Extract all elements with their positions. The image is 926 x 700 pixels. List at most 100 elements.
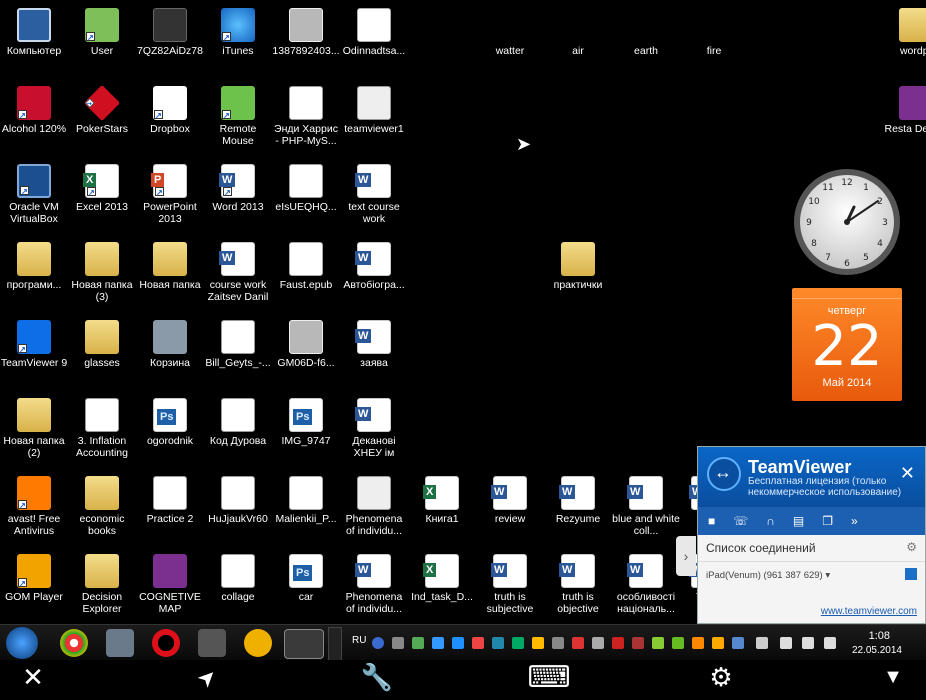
- volume-icon[interactable]: [802, 637, 814, 649]
- headset-icon[interactable]: ∩: [766, 514, 775, 528]
- tray-icon-1[interactable]: [392, 637, 404, 649]
- desktop-icon[interactable]: Ps car: [272, 554, 340, 603]
- desktop-icon[interactable]: fire: [680, 8, 748, 57]
- desktop-icon[interactable]: W Автобіогра...: [340, 242, 408, 291]
- counter-strike-icon[interactable]: [198, 629, 226, 657]
- desktop-icon[interactable]: economic books: [68, 476, 136, 537]
- desktop-icon[interactable]: Компьютер: [0, 8, 68, 57]
- desktop-icon[interactable]: Новая папка: [136, 242, 204, 291]
- teamviewer-close-button[interactable]: ✕: [900, 463, 915, 484]
- desktop-icon[interactable]: W Phenomena of individu...: [340, 554, 408, 615]
- desktop-icon[interactable]: HuJjaukVr60: [204, 476, 272, 525]
- desktop-icon[interactable]: Wcourse work Zaitsev Danil: [204, 242, 272, 303]
- desktop-icon[interactable]: Phenomena of individu...: [340, 476, 408, 537]
- tray-icon-11[interactable]: [592, 637, 604, 649]
- desktop-icon[interactable]: Wtruth is objective: [544, 554, 612, 615]
- desktop-icon[interactable]: W Word 2013: [204, 164, 272, 213]
- desktop-icon[interactable]: X Ind_task_D...: [408, 554, 476, 603]
- tray-icon-14[interactable]: [652, 637, 664, 649]
- desktop-icon[interactable]: Корзина: [136, 320, 204, 369]
- desktop-icon[interactable]: Wtext course work: [340, 164, 408, 225]
- desktop-icon[interactable]: W Деканові ХНЕУ ім: [340, 398, 408, 459]
- desktop-icon[interactable]: TeamViewer 9: [0, 320, 68, 369]
- desktop-icon[interactable]: air: [544, 8, 612, 57]
- tray-icon-12[interactable]: [612, 637, 624, 649]
- desktop-icon[interactable]: P PowerPoint 2013: [136, 164, 204, 225]
- desktop-icon[interactable]: Oracle VM VirtualBox: [0, 164, 68, 225]
- connection-list-item[interactable]: iPad(Venum) (961 387 629) ▾: [698, 562, 925, 589]
- help-icon[interactable]: [372, 637, 384, 649]
- pointer-icon[interactable]: ➤: [184, 655, 230, 700]
- desktop-icon[interactable]: Malienkii_P...: [272, 476, 340, 525]
- desktop-icon[interactable]: collage: [204, 554, 272, 603]
- desktop-icon[interactable]: Wblue and white coll...: [612, 476, 680, 537]
- desktop-icon[interactable]: Resta Denwe: [882, 86, 926, 135]
- desktop-icon[interactable]: Wособливості національ...: [612, 554, 680, 615]
- active-window-icon[interactable]: [284, 629, 324, 659]
- teamviewer-expand-button[interactable]: ›: [676, 536, 696, 576]
- aimp-icon[interactable]: [244, 629, 272, 657]
- desktop-icon[interactable]: COGNETIVE MAP: [136, 554, 204, 615]
- chat-icon[interactable]: ▤: [793, 514, 804, 528]
- desktop-icon[interactable]: eIsUEQHQ...: [272, 164, 340, 213]
- network-icon[interactable]: [756, 637, 768, 649]
- desktop-icon[interactable]: Bill_Geyts_-...: [204, 320, 272, 369]
- clock-date[interactable]: 22.05.2014: [852, 645, 902, 656]
- desktop-icon[interactable]: Decision Explorer: [68, 554, 136, 615]
- desktop-icon[interactable]: 1387892403...: [272, 8, 340, 57]
- desktop-icon[interactable]: iTunes: [204, 8, 272, 57]
- tray-icon-8[interactable]: [532, 637, 544, 649]
- tray-icon-15[interactable]: [672, 637, 684, 649]
- start-button[interactable]: [6, 627, 38, 659]
- desktop-icon[interactable]: Энди Харрис - PHP-MyS...: [272, 86, 340, 147]
- desktop-icon[interactable]: glasses: [68, 320, 136, 369]
- chrome-icon[interactable]: [60, 629, 88, 657]
- desktop-icon[interactable]: avast! Free Antivirus: [0, 476, 68, 537]
- desktop-icon[interactable]: Wзаява: [340, 320, 408, 369]
- desktop-icon[interactable]: програми...: [0, 242, 68, 291]
- desktop-icon[interactable]: watter: [476, 8, 544, 57]
- desktop-icon[interactable]: X Excel 2013: [68, 164, 136, 213]
- desktop-icon[interactable]: Faust.epub: [272, 242, 340, 291]
- more-icon[interactable]: »: [851, 514, 858, 528]
- desktop-icon[interactable]: Ps ogorodnik: [136, 398, 204, 447]
- files-icon[interactable]: ❐: [822, 514, 833, 528]
- dropbox-tray-icon[interactable]: [492, 637, 504, 649]
- desktop-icon[interactable]: Practice 2: [136, 476, 204, 525]
- chevron-down-icon[interactable]: ▾: [825, 570, 830, 581]
- tray-icon-16[interactable]: [692, 637, 704, 649]
- tray-icon-7[interactable]: [512, 637, 524, 649]
- phone-icon[interactable]: ☏: [733, 514, 748, 528]
- tray-icon-2[interactable]: [412, 637, 424, 649]
- opera-icon[interactable]: [152, 629, 180, 657]
- wrench-icon[interactable]: 🔧: [358, 662, 396, 693]
- connection-list-header[interactable]: Список соединений ⚙: [698, 535, 925, 562]
- tray-icon-10[interactable]: [572, 637, 584, 649]
- tray-icon-18[interactable]: [732, 637, 744, 649]
- desktop-icon[interactable]: Новая папка (3): [68, 242, 136, 303]
- desktop-icon[interactable]: PokerStars: [68, 84, 136, 135]
- tray-icon-3[interactable]: [432, 637, 444, 649]
- desktop-icon[interactable]: Код Дурова: [204, 398, 272, 447]
- desktop-icon[interactable]: GOM Player: [0, 554, 68, 603]
- calendar-gadget[interactable]: четверг 22 Май 2014: [792, 288, 902, 401]
- desktop-icon[interactable]: Wreview: [476, 476, 544, 525]
- desktop-icon[interactable]: Odinnadtsa...: [340, 8, 408, 57]
- gear-icon[interactable]: ⚙: [906, 540, 917, 554]
- tray-icon-5[interactable]: [472, 637, 484, 649]
- desktop-icon[interactable]: earth: [612, 8, 680, 57]
- video-icon[interactable]: ■: [708, 514, 715, 528]
- tray-icon-13[interactable]: [632, 637, 644, 649]
- tray-icon-4[interactable]: [452, 637, 464, 649]
- clock-gadget[interactable]: 12 12 345 678 91011: [792, 167, 902, 277]
- teamviewer-link[interactable]: www.teamviewer.com: [821, 606, 917, 617]
- tray-icon-17[interactable]: [712, 637, 724, 649]
- desktop-icon[interactable]: Remote Mouse: [204, 86, 272, 147]
- desktop-icon[interactable]: Dropbox: [136, 86, 204, 135]
- tray-icon-19[interactable]: [824, 637, 836, 649]
- clock-time[interactable]: 1:08: [869, 630, 890, 642]
- desktop-icon[interactable]: wordpr: [882, 8, 926, 57]
- desktop-icon[interactable]: teamviewer1: [340, 86, 408, 135]
- close-icon[interactable]: ✕: [16, 662, 50, 693]
- desktop-icon[interactable]: 7QZ82AiDz78: [136, 8, 204, 57]
